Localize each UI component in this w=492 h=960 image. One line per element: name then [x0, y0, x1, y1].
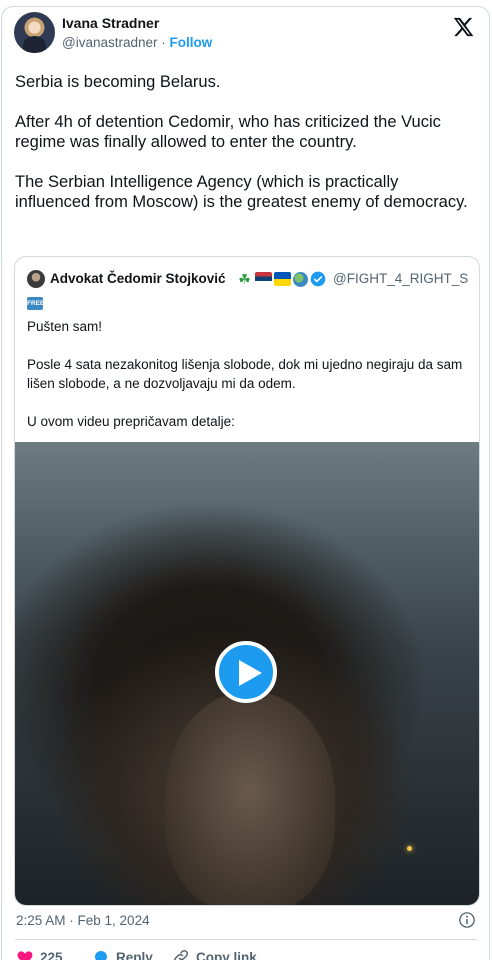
tweet-text: Serbia is becoming Belarus. After 4h of …	[15, 73, 468, 211]
quoted-author-avatar[interactable]	[27, 270, 45, 288]
quoted-author-emojis: ☘	[236, 270, 326, 288]
free-emoji-icon: FREE	[27, 297, 44, 310]
author-avatar[interactable]	[14, 12, 55, 53]
follow-button[interactable]: Follow	[170, 35, 213, 50]
quoted-tweet[interactable]: Advokat Čedomir Stojković ☘ @FIGHT_4_RIG…	[14, 256, 480, 906]
like-count: 225	[40, 949, 63, 960]
action-divider	[15, 939, 477, 940]
like-button[interactable]: 225	[16, 948, 63, 960]
link-icon	[174, 949, 189, 960]
reply-button[interactable]: Reply	[92, 948, 153, 960]
ukraine-flag-icon	[274, 272, 291, 286]
author-handle-row: @ivanastradner · Follow	[62, 35, 212, 50]
copy-link-label: Copy link	[196, 949, 257, 960]
serbia-flag-icon	[255, 272, 272, 286]
tweet-actions: 225 Reply Copy link	[16, 948, 476, 960]
shamrock-icon: ☘	[238, 271, 251, 287]
tweet-header: Ivana Stradner @ivanastradner · Follow	[14, 12, 476, 56]
verified-badge-icon	[310, 271, 326, 287]
video-player[interactable]	[15, 442, 479, 905]
video-thumbnail-face	[165, 692, 335, 905]
quoted-author-name[interactable]: Advokat Čedomir Stojković	[50, 271, 226, 286]
copy-link-button[interactable]: Copy link	[172, 948, 257, 960]
quoted-tweet-header: Advokat Čedomir Stojković ☘ @FIGHT_4_RIG…	[27, 269, 477, 289]
video-light-spot	[407, 846, 412, 851]
author-name[interactable]: Ivana Stradner	[62, 15, 159, 31]
x-logo-icon[interactable]	[452, 16, 474, 38]
info-icon[interactable]	[458, 911, 476, 929]
tweet-timestamp[interactable]: 2:25 AM · Feb 1, 2024	[16, 913, 150, 928]
globe-icon	[293, 271, 308, 287]
quoted-tweet-text: Pušten sam! Posle 4 sata nezakonitog liš…	[27, 319, 463, 429]
quoted-author-handle[interactable]: @FIGHT_4_RIGHT_S	[333, 271, 468, 286]
play-button[interactable]	[215, 641, 277, 703]
reply-bubble-icon	[95, 951, 107, 960]
reply-label: Reply	[116, 949, 153, 960]
handle-separator: ·	[161, 35, 166, 50]
heart-icon	[17, 951, 33, 960]
author-handle[interactable]: @ivanastradner	[62, 35, 158, 50]
play-icon	[239, 660, 262, 686]
